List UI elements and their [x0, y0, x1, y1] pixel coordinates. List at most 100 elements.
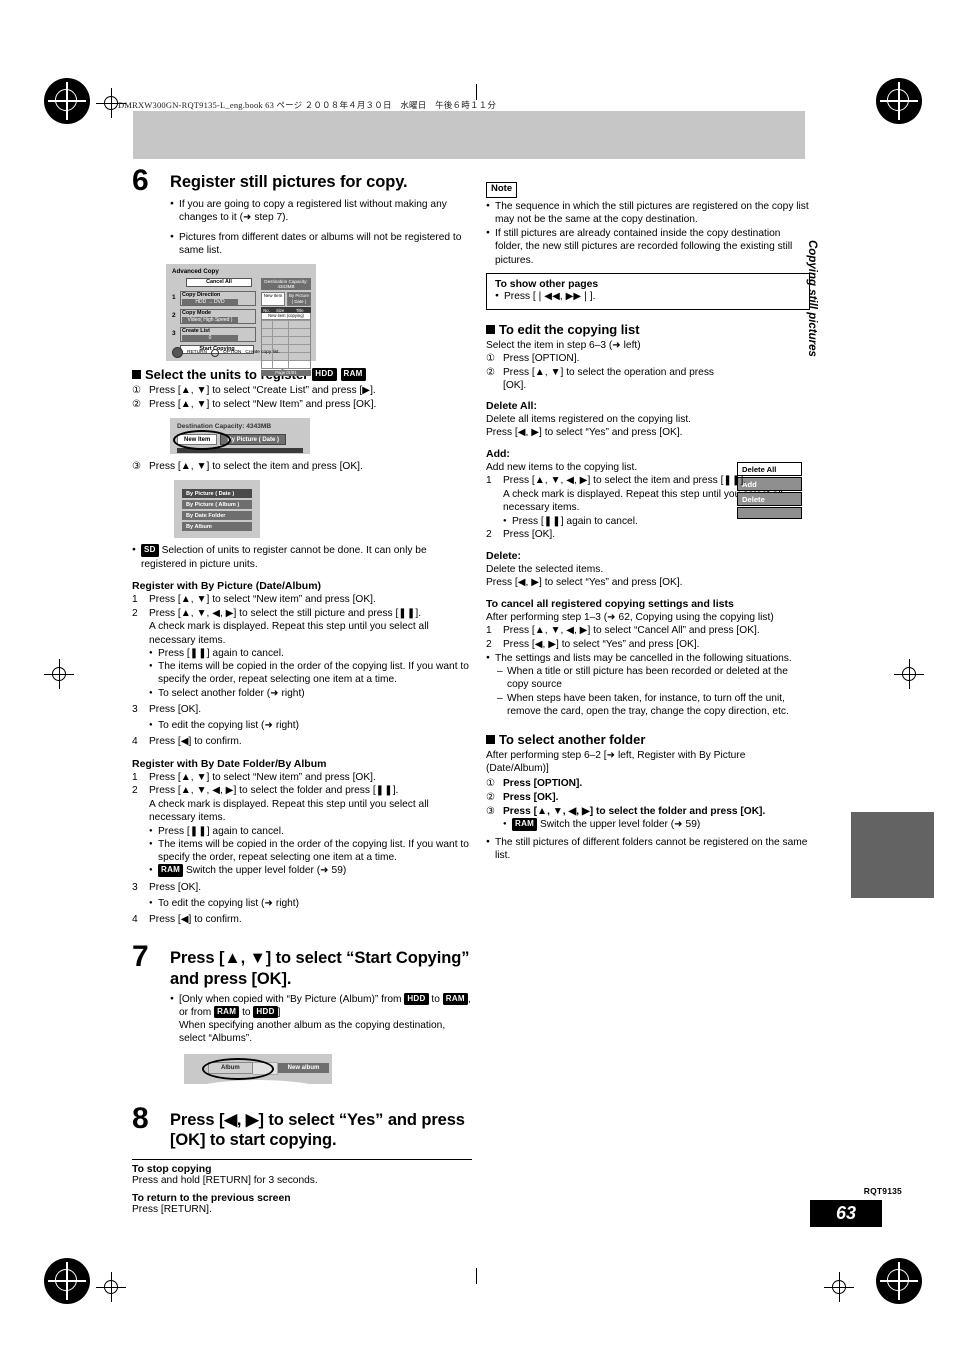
- reg-picture-step-2-bullet-3: To select another folder (➜ right): [132, 687, 472, 700]
- reg-picture-step-3-text: Press [OK].: [149, 703, 202, 715]
- select-folder-heading: To select another folder: [486, 732, 810, 747]
- edit-list-heading: To edit the copying list: [486, 322, 810, 337]
- fig1-copy-mode-row[interactable]: 2 Copy Mode Video( High Speed ): [172, 309, 256, 325]
- step-7-bullets: [Only when copied with “By Picture (Albu…: [170, 992, 472, 1046]
- select-units-step-3-num: ③: [132, 461, 142, 473]
- fig1-table-row: [262, 328, 310, 337]
- reg-folder-step-2-bullet-2: The items will be copied in the order of…: [132, 838, 472, 865]
- fig3-item-by-picture-album[interactable]: By Picture ( Album ): [182, 500, 252, 510]
- cancel-all-step-2: 2 Press [◀, ▶] to select “Yes” and press…: [486, 638, 810, 651]
- fig1-right-panel: Destination Capacity: 4343MB New Item By…: [261, 278, 311, 377]
- add-step-2-text: Press [OK].: [503, 528, 556, 540]
- page-canvas: DMRXW300GN-RQT9135-L_eng.book 63 ページ ２００…: [0, 0, 954, 1351]
- fig2-tab-by-picture[interactable]: By Picture ( Date ): [220, 434, 287, 446]
- select-units-step-1-text: Press [▲, ▼] to select “Create List” and…: [149, 385, 376, 397]
- edit-list-step-1-text: Press [OPTION].: [503, 353, 580, 365]
- edit-list-intro: Select the item in step 6–3 (➜ left): [486, 340, 641, 352]
- step-6-bullet-2: Pictures from different dates or albums …: [170, 231, 472, 258]
- divider-rule: [132, 1158, 472, 1160]
- reg-picture-step-2-text: Press [▲, ▼, ◀, ▶] to select the still p…: [149, 607, 422, 619]
- fig1-table-row: [262, 360, 310, 369]
- fig1-table-row: [262, 336, 310, 345]
- figure-album-selection: Album New album: [184, 1053, 332, 1094]
- show-other-pages-title: To show other pages: [495, 278, 599, 290]
- reg-folder-step-1-num: 1: [132, 771, 138, 783]
- crop-mark-mid-left: [44, 659, 74, 689]
- fig1-row2-label: Copy Mode: [182, 309, 212, 316]
- select-folder-heading-text: To select another folder: [499, 732, 646, 748]
- step-6-number: 6: [132, 164, 149, 197]
- dpad-icon: [172, 347, 183, 359]
- return-screen-text: Press [RETURN].: [132, 1203, 212, 1215]
- figure-destination-capacity: Destination Capacity: 4343MB New Item By…: [170, 418, 310, 455]
- step-7-b1-mid1: to: [431, 993, 440, 1005]
- select-folder-step-2-text: Press [OK].: [503, 791, 559, 803]
- square-bullet-icon-2: [486, 325, 495, 335]
- reg-folder-step-2-bullet-1: Press [❚❚] again to cancel.: [132, 825, 472, 838]
- fig1-tab-by-picture[interactable]: By Picture ( Date ): [287, 291, 311, 306]
- select-units-step-2-num: ②: [132, 398, 142, 410]
- crop-mark-bottom-left: [96, 1272, 126, 1302]
- stop-copying-title: To stop copying: [132, 1163, 212, 1175]
- step-6-bullets: If you are going to copy a registered li…: [170, 198, 472, 257]
- reg-folder-step-2: 2 Press [▲, ▼, ◀, ▶] to select the folde…: [132, 784, 472, 797]
- fig1-option-label: OPTION: [223, 350, 242, 356]
- option-menu-delete[interactable]: Delete: [737, 492, 802, 507]
- register-by-picture-heading: Register with By Picture (Date/Album): [132, 579, 322, 592]
- cancel-all-title: To cancel all registered copying setting…: [486, 598, 734, 611]
- fig2-tab-new-item[interactable]: New Item: [177, 434, 218, 446]
- badge-hdd: HDD: [312, 368, 337, 381]
- note-label: Note: [486, 182, 518, 198]
- cancel-all-intro: After performing step 1–3 (➜ 62, Copying…: [486, 612, 774, 624]
- step-7-b1-pre: [Only when copied with “By Picture (Albu…: [179, 993, 402, 1005]
- reg-picture-step-3: 3 Press [OK].: [132, 703, 472, 716]
- square-bullet-icon: [132, 370, 141, 380]
- step-7-number: 7: [132, 940, 149, 974]
- fig1-copy-direction-row[interactable]: 1 Copy Direction HDD → DVD: [172, 291, 256, 307]
- chapter-side-tab: [851, 812, 934, 898]
- edit-list-step-2: ② Press [▲, ▼] to select the operation a…: [486, 366, 810, 393]
- fig2-capacity-label: Destination Capacity: 4343MB: [177, 423, 272, 431]
- fig4-album-button[interactable]: Album: [208, 1062, 253, 1075]
- select-units-step-2-text: Press [▲, ▼] to select “New Item” and pr…: [149, 398, 377, 410]
- reg-picture-step-2-cont: A check mark is displayed. Repeat this s…: [149, 621, 429, 646]
- badge-hdd-1: HDD: [404, 992, 429, 1006]
- fig1-title: Advanced Copy: [172, 268, 219, 276]
- fig3-item-by-album[interactable]: By Album: [182, 522, 252, 532]
- select-folder-step-3-text: Press [▲, ▼, ◀, ▶] to select the folder …: [503, 805, 766, 817]
- badge-ram-folder: RAM: [158, 864, 184, 877]
- select-folder-step-3: ③ Press [▲, ▼, ◀, ▶] to select the folde…: [486, 805, 810, 818]
- fig1-row1-label: Copy Direction: [182, 291, 221, 298]
- select-units-step-3-text: Press [▲, ▼] to select the item and pres…: [149, 461, 363, 473]
- reg-picture-step-2-num: 2: [132, 607, 138, 619]
- header-gray-band: [133, 111, 805, 159]
- select-folder-step-1-text: Press [OPTION].: [503, 778, 583, 790]
- fig3-item-by-date-folder[interactable]: By Date Folder: [182, 511, 252, 521]
- fig1-cancel-all-button[interactable]: Cancel All: [186, 278, 252, 288]
- stop-copying-text: Press and hold [RETURN] for 3 seconds.: [132, 1174, 318, 1186]
- fig1-table-row: [262, 320, 310, 329]
- fig4-fade: [184, 1079, 332, 1094]
- cancel-all-step-1-text: Press [▲, ▼, ◀, ▶] to select “Cancel All…: [503, 625, 760, 637]
- select-units-step-1-num: ①: [132, 385, 142, 397]
- crop-mark-bottom-right: [824, 1272, 854, 1302]
- reg-picture-step-1-num: 1: [132, 593, 138, 605]
- tick-top: [476, 84, 477, 100]
- fig1-table-grid: [261, 320, 311, 370]
- step-7-b1-rest: When specifying another album as the cop…: [179, 1020, 446, 1045]
- cancel-all-dash-2: When steps have been taken, for instance…: [495, 692, 810, 719]
- select-folder-intro: After performing step 6–2 [➜ left, Regis…: [486, 750, 746, 775]
- reg-folder-step-1-text: Press [▲, ▼] to select “New item” and pr…: [149, 771, 376, 783]
- badge-ram-2: RAM: [214, 1005, 240, 1019]
- add-title: Add:: [486, 448, 510, 461]
- reg-picture-step-4: 4 Press [◀] to confirm.: [132, 735, 472, 748]
- fig4-new-album-button[interactable]: New album: [277, 1063, 330, 1074]
- fig1-tab-new-item[interactable]: New Item: [261, 291, 285, 306]
- badge-hdd-2: HDD: [253, 1005, 278, 1019]
- fig3-item-by-picture-date[interactable]: By Picture ( Date ): [182, 489, 252, 499]
- fig1-create-list-row[interactable]: 3 Create List 0: [172, 327, 256, 343]
- fig1-capacity-label: Destination Capacity: 4343MB: [261, 278, 311, 291]
- add-step-1-text: Press [▲, ▼, ◀, ▶] to select the item an…: [503, 475, 747, 487]
- fig1-row3-value: 0: [182, 334, 238, 341]
- reg-picture-step-1: 1 Press [▲, ▼] to select “New item” and …: [132, 593, 472, 606]
